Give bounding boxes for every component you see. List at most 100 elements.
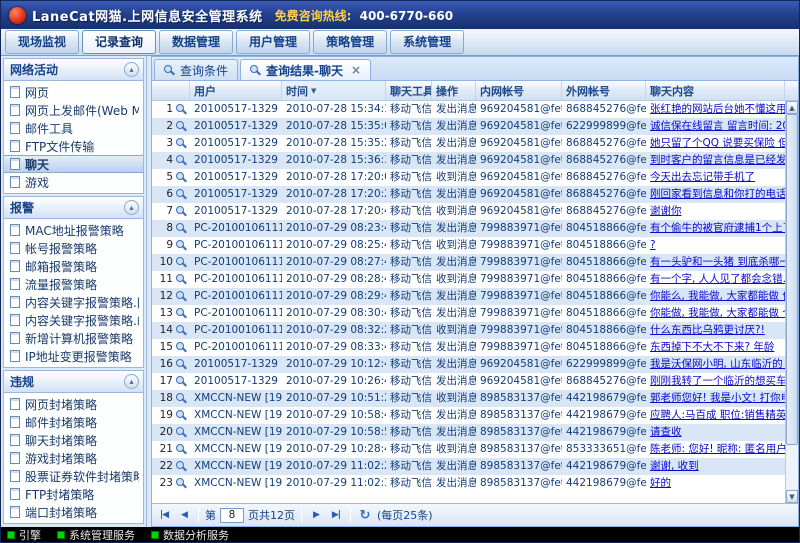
sidebar-item[interactable]: 邮件工具	[4, 119, 143, 137]
chat-content-link[interactable]: 东西掉下不大不下来? 年龄	[650, 341, 774, 353]
nav-tab-3[interactable]: 数据管理	[159, 30, 233, 54]
view-detail-icon[interactable]	[176, 138, 187, 149]
table-row[interactable]: 520100517-1329 [12010-07-28 17:20:05移动飞信…	[152, 169, 785, 186]
chat-content-link[interactable]: 应聘人:马百成 职位:销售精英 年龄:24 性别(	[650, 409, 785, 421]
chat-content-link[interactable]: 好的	[650, 477, 671, 489]
table-row[interactable]: 1620100517-1329 [12010-07-29 10:12:49移动飞…	[152, 356, 785, 373]
view-detail-icon[interactable]	[176, 172, 187, 183]
chat-content-link[interactable]: 到时客户的留言信息是已经发过去给她了	[650, 154, 785, 166]
table-row[interactable]: 9PC-2010010611112010-07-29 08:25:43移动飞信收…	[152, 237, 785, 254]
table-row[interactable]: 320100517-1329 [12010-07-28 15:35:26移动飞信…	[152, 135, 785, 152]
table-row[interactable]: 15PC-2010010611112010-07-29 08:33:43移动飞信…	[152, 339, 785, 356]
page-number-input[interactable]	[220, 508, 244, 523]
table-row[interactable]: 120100517-1329 [12010-07-28 15:34:11移动飞信…	[152, 101, 785, 118]
sidebar-item[interactable]: IP地址变更报警策略	[4, 347, 143, 365]
sidebar-item[interactable]: 邮箱报警策略	[4, 257, 143, 275]
nav-tab-6[interactable]: 系统管理	[390, 30, 464, 54]
sidebar-item[interactable]: 游戏	[4, 173, 143, 191]
chat-content-link[interactable]: 郭老师您好! 我是小文! 打你电话没有接 不知	[650, 392, 785, 404]
table-row[interactable]: 14PC-2010010611112010-07-29 08:32:25移动飞信…	[152, 322, 785, 339]
sidebar-item[interactable]: 新增计算机报警策略	[4, 329, 143, 347]
view-detail-icon[interactable]	[176, 325, 187, 336]
chat-content-link[interactable]: 张红艳的网站后台她不懂这用 这个您有空记得	[650, 103, 785, 115]
table-row[interactable]: 23XMCCN-NEW [19:2010-07-29 11:02:38移动飞信发…	[152, 475, 785, 492]
sidebar-item[interactable]: FTP封堵策略	[4, 485, 143, 503]
view-detail-icon[interactable]	[176, 189, 187, 200]
view-detail-icon[interactable]	[176, 376, 187, 387]
sidebar-item[interactable]: 股票证券软件封堵策略	[4, 467, 143, 485]
first-page-button[interactable]: |◀	[156, 507, 172, 523]
sidebar-item[interactable]: 网页	[4, 83, 143, 101]
table-row[interactable]: 420100517-1329 [12010-07-28 15:36:30移动飞信…	[152, 152, 785, 169]
scroll-up-icon[interactable]: ▲	[786, 101, 798, 114]
column-header[interactable]: 外网帐号	[562, 81, 646, 100]
view-detail-icon[interactable]	[176, 342, 187, 353]
table-row[interactable]: 620100517-1329 [12010-07-28 17:20:27移动飞信…	[152, 186, 785, 203]
tab-query-result-chat[interactable]: 查询结果-聊天 ×	[240, 59, 371, 80]
chat-content-link[interactable]: 你能么, 我能做, 大家都能做 什么人能做, 我	[650, 290, 785, 302]
sidebar-item[interactable]: 端口封堵策略	[4, 503, 143, 521]
view-detail-icon[interactable]	[176, 206, 187, 217]
chat-content-link[interactable]: 有个偷牛的被官府逮捕1个上了枷锁. 熟人!	[650, 222, 785, 234]
view-detail-icon[interactable]	[176, 393, 187, 404]
column-header[interactable]: 操作	[432, 81, 476, 100]
sidebar-item[interactable]: 网页封堵策略	[4, 395, 143, 413]
view-detail-icon[interactable]	[176, 121, 187, 132]
view-detail-icon[interactable]	[176, 240, 187, 251]
chat-content-link[interactable]: 诚信保在线留言 留言时间: 2010-7-28 10:50:0	[650, 120, 785, 132]
table-row[interactable]: 22XMCCN-NEW [19:2010-07-29 11:02:29移动飞信发…	[152, 458, 785, 475]
sidebar-item[interactable]: 内容关键字报警策略.邮	[4, 311, 143, 329]
collapse-icon[interactable]: ▴	[124, 62, 139, 77]
scroll-thumb[interactable]	[786, 114, 798, 445]
chat-content-link[interactable]: 谢谢你	[650, 205, 682, 217]
sidebar-section-header[interactable]: 报警▴	[4, 197, 143, 219]
table-row[interactable]: 18XMCCN-NEW [19:2010-07-29 10:51:21移动飞信收…	[152, 390, 785, 407]
table-row[interactable]: 19XMCCN-NEW [19:2010-07-29 10:58:42移动飞信发…	[152, 407, 785, 424]
sidebar-item[interactable]: 邮件封堵策略	[4, 413, 143, 431]
sidebar-item[interactable]: MAC地址报警策略	[4, 221, 143, 239]
view-detail-icon[interactable]	[176, 308, 187, 319]
sidebar-item[interactable]: 聊天	[4, 155, 143, 173]
close-icon[interactable]: ×	[351, 65, 361, 75]
chat-content-link[interactable]: 谢谢, 收到	[650, 460, 699, 472]
chat-content-link[interactable]: ?	[650, 239, 656, 251]
table-row[interactable]: 13PC-2010010611112010-07-29 08:30:43移动飞信…	[152, 305, 785, 322]
chat-content-link[interactable]: 有一个字, 人人见了都会念错. 这是什么字?!	[650, 273, 785, 285]
sidebar-item[interactable]: 聊天封堵策略	[4, 431, 143, 449]
nav-tab-1[interactable]: 现场监视	[5, 30, 79, 54]
view-detail-icon[interactable]	[176, 104, 187, 115]
collapse-icon[interactable]: ▴	[124, 374, 139, 389]
view-detail-icon[interactable]	[176, 257, 187, 268]
sidebar-item[interactable]: 帐号报警策略	[4, 239, 143, 257]
nav-tab-2[interactable]: 记录查询	[82, 30, 156, 54]
chat-content-link[interactable]: 请查收	[650, 426, 682, 438]
sidebar-item[interactable]: FTP文件传输	[4, 137, 143, 155]
nav-tab-4[interactable]: 用户管理	[236, 30, 310, 54]
refresh-icon[interactable]: ↻	[357, 507, 373, 523]
chat-content-link[interactable]: 我是沃保网小明, 山东临沂的 朱先生1386497	[650, 358, 785, 370]
table-row[interactable]: 20XMCCN-NEW [19:2010-07-29 10:58:55移动飞信发…	[152, 424, 785, 441]
sidebar-item[interactable]: 游戏封堵策略	[4, 449, 143, 467]
column-header[interactable]: 内网帐号	[476, 81, 562, 100]
sidebar-section-header[interactable]: 违规▴	[4, 371, 143, 393]
view-detail-icon[interactable]	[176, 410, 187, 421]
table-row[interactable]: 10PC-2010010611112010-07-29 08:27:43移动飞信…	[152, 254, 785, 271]
table-row[interactable]: 220100517-1329 [12010-07-28 15:35:02移动飞信…	[152, 118, 785, 135]
chat-content-link[interactable]: 刚回家看到信息和你打的电话	[650, 188, 785, 200]
vertical-scrollbar[interactable]: ▲ ▼	[785, 101, 798, 503]
view-detail-icon[interactable]	[176, 427, 187, 438]
chat-content-link[interactable]: 什么东西比乌鸦更讨厌?!	[650, 324, 765, 336]
sidebar-item[interactable]: 流量报警策略	[4, 275, 143, 293]
chat-content-link[interactable]: 今天出去忘记带手机了	[650, 171, 755, 183]
collapse-icon[interactable]: ▴	[124, 200, 139, 215]
table-row[interactable]: 11PC-2010010611112010-07-29 08:28:43移动飞信…	[152, 271, 785, 288]
view-detail-icon[interactable]	[176, 291, 187, 302]
chat-content-link[interactable]: 刚刚我转了一个临沂的想买车险的客户给张红	[650, 375, 785, 387]
column-header[interactable]: 用户	[190, 81, 282, 100]
table-row[interactable]: 720100517-1329 [12010-07-28 17:20:48移动飞信…	[152, 203, 785, 220]
chat-content-link[interactable]: 她只留了个QQ 说要买保险 但是具体的您回去	[650, 137, 785, 149]
column-header[interactable]: 聊天工具	[386, 81, 432, 100]
view-detail-icon[interactable]	[176, 223, 187, 234]
chat-content-link[interactable]: 有一头驴和一头猪 到底杀哪一头? 答案: 太难	[650, 256, 785, 268]
view-detail-icon[interactable]	[176, 444, 187, 455]
